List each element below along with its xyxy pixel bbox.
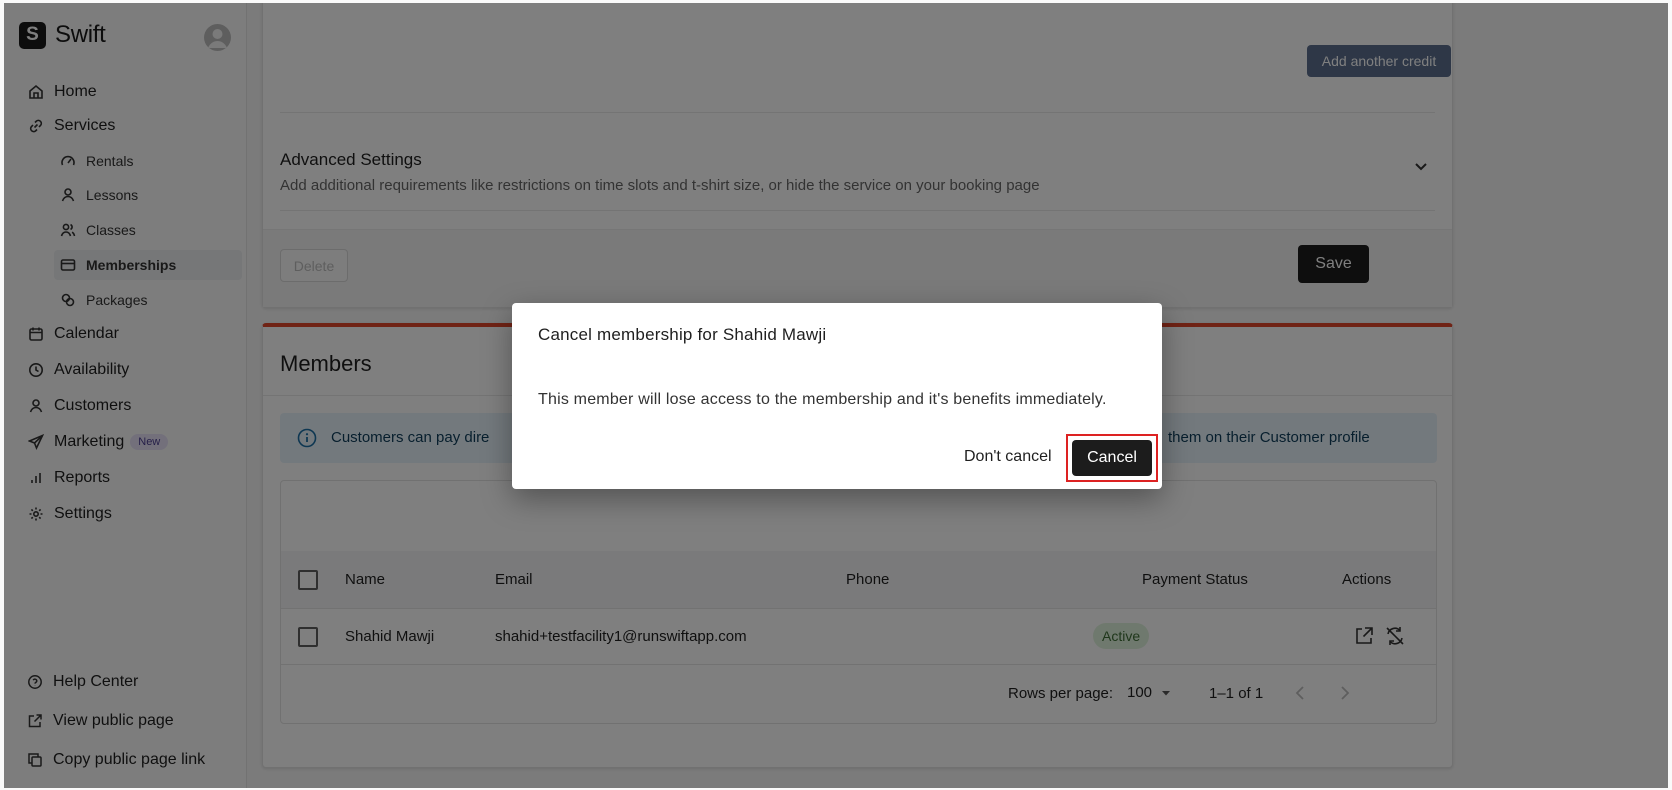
dialog-title: Cancel membership for Shahid Mawji: [538, 325, 827, 344]
app-frame: S Swift Home Services Rentals: [4, 3, 1668, 788]
dialog-body: This member will lose access to the memb…: [538, 391, 1107, 408]
cancel-button-highlight: Cancel: [1066, 434, 1158, 482]
cancel-button[interactable]: Cancel: [1072, 440, 1152, 476]
cancel-membership-dialog: Cancel membership for Shahid Mawji This …: [512, 303, 1162, 489]
dont-cancel-button[interactable]: Don't cancel: [954, 440, 1062, 474]
